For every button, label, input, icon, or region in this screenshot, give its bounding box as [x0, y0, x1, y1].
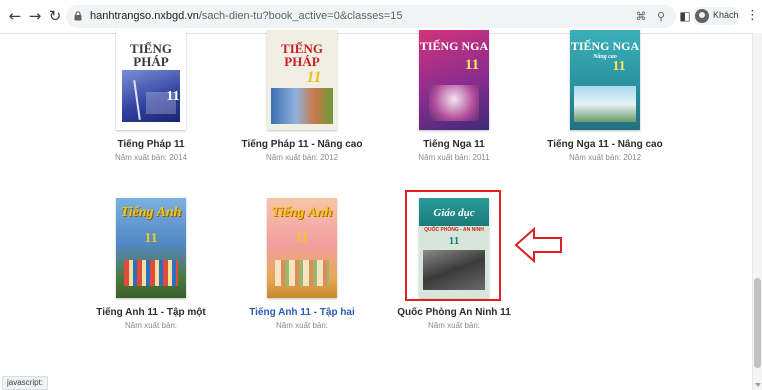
book-title[interactable]: Tiếng Nga 11	[374, 139, 534, 150]
book-year: Năm xuất bản:	[275, 321, 329, 330]
book-title[interactable]: Tiếng Anh 11 - Tập một	[71, 307, 231, 318]
book-cover[interactable]: TIẾNG NGA Nâng cao 11	[570, 30, 640, 130]
cover-number: 11	[295, 231, 309, 246]
scrollbar[interactable]	[752, 33, 762, 390]
cover-number: 11	[464, 57, 480, 73]
book-title[interactable]: Tiếng Nga 11 - Nâng cao	[525, 139, 685, 150]
book-cover[interactable]: TIẾNG NGA 11	[419, 30, 489, 130]
cover-number: 11	[166, 89, 180, 104]
cover-title: TIẾNG PHÁP	[130, 41, 172, 69]
book-title[interactable]: Tiếng Pháp 11	[71, 139, 231, 150]
back-icon[interactable]: ←	[6, 7, 24, 25]
qr-icon[interactable]: ⌘	[634, 9, 648, 23]
book-card[interactable]: TIẾNG NGA Nâng cao 11 Tiếng Nga 11 - Nân…	[525, 30, 685, 162]
book-card[interactable]: TIẾNG PHÁP 11 Tiếng Pháp 11 - Nâng cao N…	[222, 30, 382, 162]
book-year: Năm xuất bản: 2014	[114, 153, 188, 162]
lock-icon[interactable]	[74, 11, 82, 21]
cover-title: Tiếng Anh	[120, 205, 182, 220]
book-cover[interactable]: TIẾNG PHÁP 11	[116, 30, 186, 130]
book-cover[interactable]: TIẾNG PHÁP 11	[267, 30, 337, 130]
cover-title: Tiếng Anh	[271, 205, 333, 220]
book-card[interactable]: Tiếng Anh 11 Tiếng Anh 11 - Tập một Năm …	[71, 198, 231, 330]
book-year: Năm xuất bản:	[427, 321, 481, 330]
book-cover[interactable]: Tiếng Anh 11	[116, 198, 186, 298]
profile-button[interactable]: Khách	[692, 7, 740, 25]
cover-title: TIẾNG NGA	[419, 39, 489, 53]
cover-number: 11	[612, 59, 626, 74]
highlight-box	[405, 190, 501, 301]
url-text[interactable]: hanhtrangso.nxbgd.vn/sach-dien-tu?book_a…	[90, 10, 403, 22]
book-year: Năm xuất bản:	[124, 321, 178, 330]
book-title[interactable]: Tiếng Anh 11 - Tập hai	[222, 307, 382, 318]
cover-title: TIẾNG PHÁP	[281, 41, 323, 69]
scroll-thumb[interactable]	[754, 278, 761, 368]
cover-title: TIẾNG NGA	[570, 39, 640, 53]
book-title[interactable]: Quốc Phòng An Ninh 11	[374, 307, 534, 318]
book-card[interactable]: TIẾNG NGA 11 Tiếng Nga 11 Năm xuất bản: …	[374, 30, 534, 162]
address-bar[interactable]: hanhtrangso.nxbgd.vn/sach-dien-tu?book_a…	[66, 5, 676, 28]
book-year: Năm xuất bản: 2012	[265, 153, 339, 162]
reload-icon[interactable]: ↻	[46, 7, 64, 25]
book-card[interactable]: TIẾNG PHÁP 11 Tiếng Pháp 11 Năm xuất bản…	[71, 30, 231, 162]
scroll-down-icon[interactable]	[755, 383, 761, 387]
status-bar: javascript:	[2, 376, 49, 390]
book-card[interactable]: Tiếng Anh 11 Tiếng Anh 11 - Tập hai Năm …	[222, 198, 382, 330]
cover-number: 11	[306, 69, 322, 86]
browser-toolbar: ← → ↻ hanhtrangso.nxbgd.vn/sach-dien-tu?…	[0, 0, 762, 34]
cover-number: 11	[144, 231, 158, 246]
book-year: Năm xuất bản: 2011	[418, 153, 490, 162]
zoom-icon[interactable]: ⚲	[654, 9, 668, 23]
left-arrow-icon	[514, 227, 562, 263]
book-year: Năm xuất bản: 2012	[568, 153, 642, 162]
profile-label: Khách	[713, 10, 739, 20]
menu-icon[interactable]: ⋮	[746, 8, 759, 24]
forward-icon[interactable]: →	[26, 7, 44, 25]
profile-icon	[695, 9, 709, 23]
book-title[interactable]: Tiếng Pháp 11 - Nâng cao	[222, 139, 382, 150]
book-cover[interactable]: Tiếng Anh 11	[267, 198, 337, 298]
